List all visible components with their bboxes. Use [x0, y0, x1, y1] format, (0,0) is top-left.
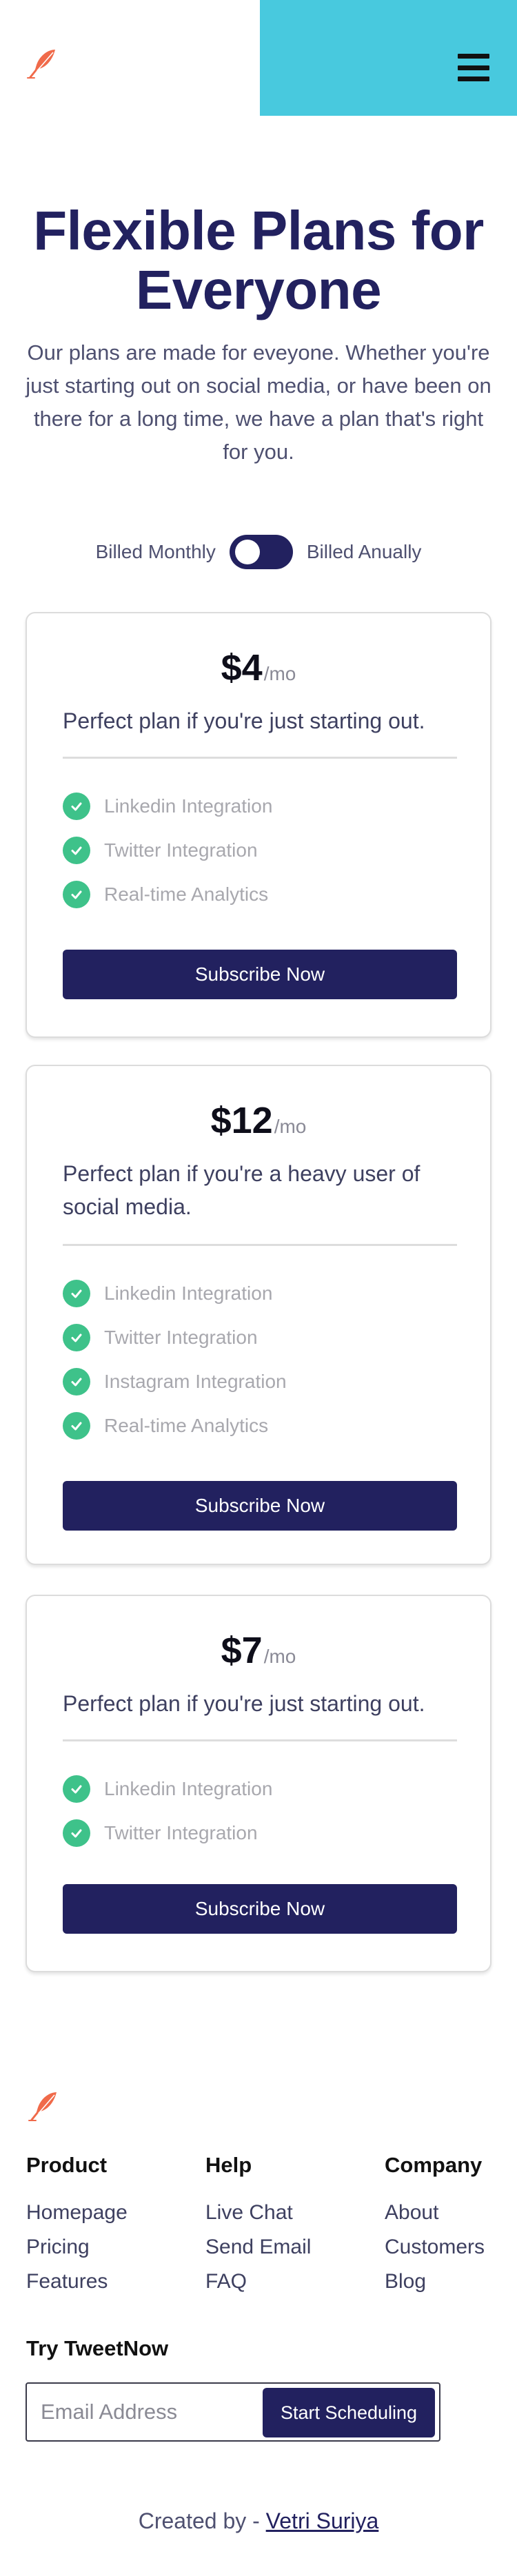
feature-label: Real-time Analytics [104, 1415, 269, 1436]
footer-link[interactable]: Pricing [26, 2230, 128, 2265]
footer-link-list: Live Chat Send Email FAQ [205, 2196, 311, 2299]
footer-link[interactable]: FAQ [205, 2265, 311, 2299]
billing-toggle-row: Billed Monthly Billed Anually [0, 535, 517, 569]
feather-icon[interactable] [26, 2088, 63, 2125]
billed-annually-label[interactable]: Billed Anually [307, 541, 422, 563]
subscribe-button[interactable]: Subscribe Now [63, 1481, 457, 1531]
feature-label: Linkedin Integration [104, 795, 273, 817]
feature-label: Linkedin Integration [104, 1778, 273, 1799]
subscribe-button[interactable]: Subscribe Now [63, 950, 457, 999]
feature-item: Twitter Integration [63, 1316, 287, 1360]
page-title: Flexible Plans for Everyone [33, 200, 484, 320]
footer-link[interactable]: Features [26, 2265, 128, 2299]
credits: Created by - Vetri Suriya [0, 2508, 517, 2534]
check-icon [63, 1368, 90, 1396]
plan-divider [63, 757, 457, 759]
footer-link[interactable]: Customers [385, 2230, 485, 2265]
feature-list: Linkedin Integration Twitter Integration… [63, 1271, 287, 1448]
price-amount: $7 [221, 1630, 263, 1671]
credits-prefix: Created by - [138, 2508, 266, 2533]
author-link[interactable]: Vetri Suriya [266, 2508, 379, 2533]
check-icon [63, 1775, 90, 1803]
feature-label: Twitter Integration [104, 1822, 258, 1843]
plan-description: Perfect plan if you're a heavy user of s… [63, 1161, 420, 1219]
check-icon [63, 1280, 90, 1307]
footer-column-title: Product [26, 2153, 108, 2177]
plan-price: $12/mo [27, 1099, 490, 1142]
check-icon [63, 793, 90, 820]
footer-column-help: Help Live Chat Send Email FAQ [205, 2149, 311, 2299]
feature-item: Twitter Integration [63, 1811, 272, 1855]
feature-item: Real-time Analytics [63, 872, 272, 917]
feature-label: Linkedin Integration [104, 1282, 273, 1304]
plan-description: Perfect plan if you're just starting out… [63, 708, 425, 733]
try-tweetnow-title: Try TweetNow [26, 2336, 169, 2360]
feature-item: Twitter Integration [63, 828, 272, 872]
footer-link-list: Homepage Pricing Features [26, 2196, 128, 2299]
signup-form: Start Scheduling [26, 2382, 440, 2442]
check-icon [63, 837, 90, 864]
price-period: /mo [274, 1116, 307, 1137]
price-period: /mo [263, 1646, 296, 1667]
feature-label: Instagram Integration [104, 1371, 287, 1392]
feature-label: Twitter Integration [104, 839, 258, 861]
feature-item: Linkedin Integration [63, 1271, 287, 1316]
plan-price: $4/mo [27, 646, 490, 689]
subscribe-button[interactable]: Subscribe Now [63, 1884, 457, 1934]
footer-link[interactable]: Blog [385, 2265, 485, 2299]
feature-label: Real-time Analytics [104, 883, 269, 905]
footer-column-title: Help [205, 2153, 252, 2177]
plan-divider [63, 1739, 457, 1741]
hamburger-menu-icon[interactable] [458, 54, 489, 81]
page-description: Our plans are made for eveyone. Whether … [26, 340, 491, 464]
plan-card-pro: $12/mo Perfect plan if you're a heavy us… [26, 1065, 491, 1565]
feature-list: Linkedin Integration Twitter Integration… [63, 784, 272, 917]
billed-monthly-label[interactable]: Billed Monthly [96, 541, 216, 563]
feature-item: Real-time Analytics [63, 1404, 287, 1448]
plan-price: $7/mo [27, 1629, 490, 1672]
footer-link-list: About Customers Blog [385, 2196, 485, 2299]
feature-list: Linkedin Integration Twitter Integration [63, 1767, 272, 1855]
footer-link[interactable]: Homepage [26, 2196, 128, 2230]
check-icon [63, 1819, 90, 1847]
toggle-knob [234, 540, 260, 564]
feature-item: Linkedin Integration [63, 1767, 272, 1811]
plan-description: Perfect plan if you're just starting out… [63, 1691, 425, 1716]
plan-card-standard: $7/mo Perfect plan if you're just starti… [26, 1595, 491, 1972]
feature-label: Twitter Integration [104, 1327, 258, 1348]
billing-toggle[interactable] [229, 535, 293, 569]
check-icon [63, 1324, 90, 1351]
footer-link[interactable]: Send Email [205, 2230, 311, 2265]
price-amount: $4 [221, 647, 263, 688]
check-icon [63, 1412, 90, 1440]
price-amount: $12 [210, 1100, 273, 1141]
feature-item: Linkedin Integration [63, 784, 272, 828]
plan-divider [63, 1244, 457, 1246]
feature-item: Instagram Integration [63, 1360, 287, 1404]
feather-icon[interactable] [25, 45, 62, 83]
footer-column-product: Product Homepage Pricing Features [26, 2149, 128, 2299]
price-period: /mo [263, 663, 296, 684]
footer-column-company: Company About Customers Blog [385, 2149, 485, 2299]
footer-column-title: Company [385, 2153, 483, 2177]
check-icon [63, 881, 90, 908]
footer-link[interactable]: About [385, 2196, 485, 2230]
plan-card-basic: $4/mo Perfect plan if you're just starti… [26, 612, 491, 1038]
footer-link[interactable]: Live Chat [205, 2196, 311, 2230]
site-header [0, 0, 517, 116]
start-scheduling-button[interactable]: Start Scheduling [263, 2388, 435, 2437]
email-input[interactable] [41, 2393, 268, 2431]
